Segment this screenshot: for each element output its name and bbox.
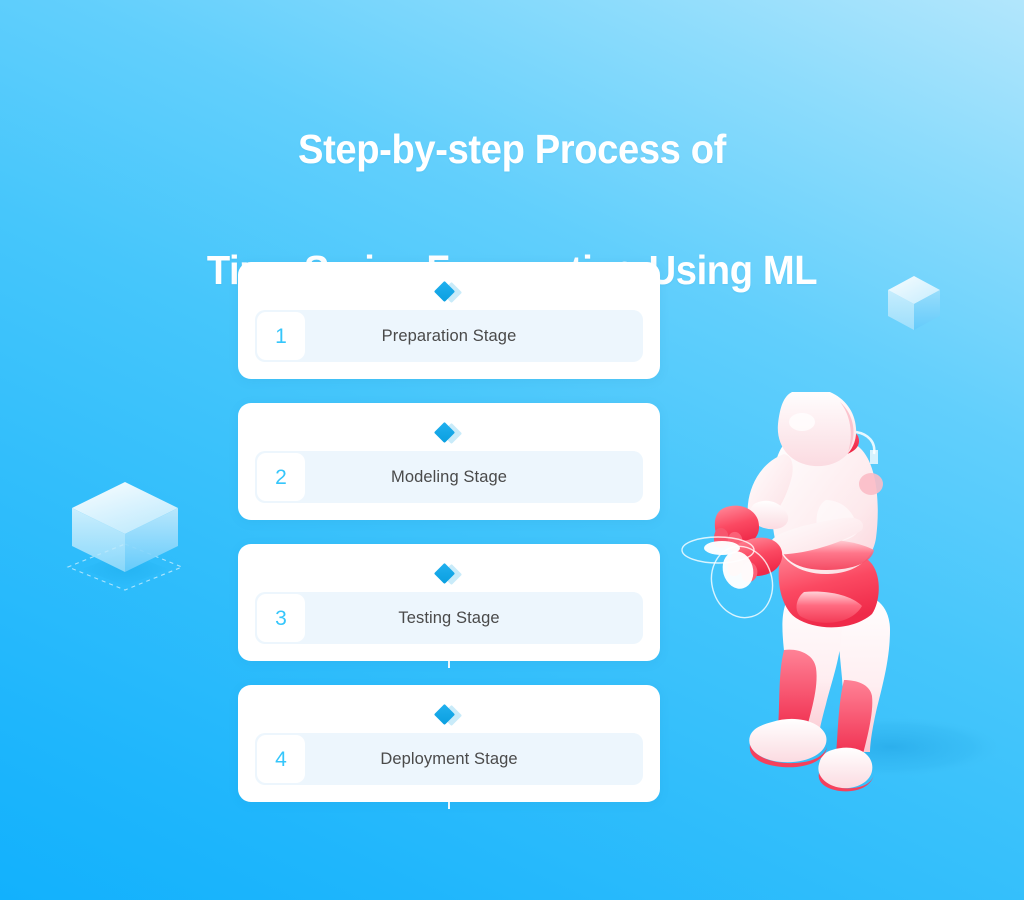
step-card-2[interactable]: 2 Modeling Stage: [238, 403, 660, 520]
page-title-line-1: Step-by-step Process of: [298, 125, 726, 172]
infographic-canvas: Step-by-step Process of Time Series Fore…: [0, 0, 1024, 900]
diamond-icon: [433, 562, 465, 586]
step-card-1[interactable]: 1 Preparation Stage: [238, 262, 660, 379]
step-inner-bar-3: 3 Testing Stage: [255, 592, 643, 644]
diamond-icon: [433, 421, 465, 445]
step-inner-bar-1: 1 Preparation Stage: [255, 310, 643, 362]
step-label-4: Deployment Stage: [380, 749, 518, 768]
diamond-icon: [433, 703, 465, 727]
step-label-3: Testing Stage: [398, 608, 500, 627]
step-inner-bar-2: 2 Modeling Stage: [255, 451, 643, 503]
isometric-cube-large-icon: [62, 468, 190, 596]
step-inner-bar-4: 4 Deployment Stage: [255, 733, 643, 785]
robot-illustration: [676, 388, 1006, 822]
diamond-icon: [433, 280, 465, 304]
step-label-2: Modeling Stage: [390, 467, 508, 486]
step-card-4[interactable]: 4 Deployment Stage: [238, 685, 660, 802]
step-label-1: Preparation Stage: [381, 326, 517, 345]
step-card-3[interactable]: 3 Testing Stage: [238, 544, 660, 661]
